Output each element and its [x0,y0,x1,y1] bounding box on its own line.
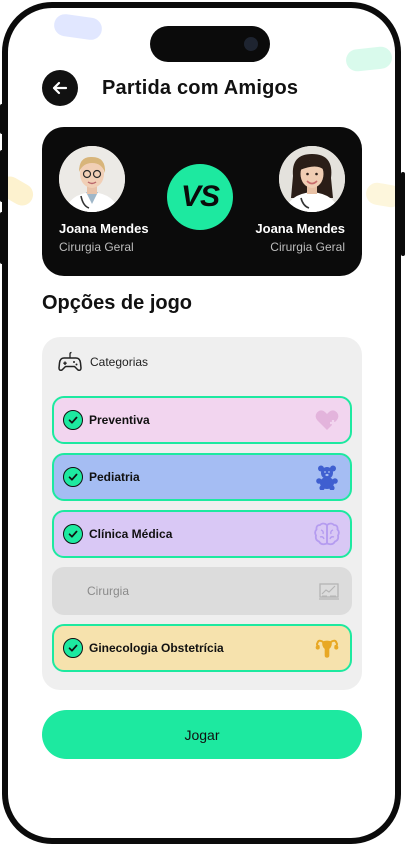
categories-label: Categorias [90,355,149,369]
avatar [279,146,345,212]
dynamic-island [150,26,270,62]
decor-pill [8,172,38,210]
uterus-icon [314,635,340,661]
play-button[interactable]: Jogar [42,710,362,759]
decor-pill [344,45,394,73]
category-label: Preventiva [89,413,150,427]
avatar [59,146,125,212]
check-icon [68,473,78,481]
vs-badge: VS [167,164,233,230]
check-icon [68,530,78,538]
category-label: Ginecologia Obstetrícia [89,641,224,655]
player2-specialty: Cirurgia Geral [270,240,345,254]
camera-icon [244,37,258,51]
check-icon [68,644,78,652]
player1-specialty: Cirurgia Geral [59,240,134,254]
category-label: Cirurgia [87,584,130,598]
gamepad-icon [58,351,82,371]
side-button-power [401,172,405,256]
game-options-panel: Categorias Preventiva Pediatria Clínica … [42,337,362,690]
decor-pill [52,12,104,42]
decor-pill [364,181,395,209]
category-option-clinica-medica[interactable]: Clínica Médica [52,510,352,558]
checkbox-checked[interactable] [63,410,83,430]
category-option-ginecologia[interactable]: Ginecologia Obstetrícia [52,624,352,672]
checkbox-checked[interactable] [63,638,83,658]
category-label: Pediatria [89,470,140,484]
checkbox-checked[interactable] [63,467,83,487]
back-button[interactable] [42,70,78,106]
categories-header: Categorias [58,351,148,373]
category-label: Clínica Médica [89,527,173,541]
category-option-preventiva[interactable]: Preventiva [52,396,352,444]
doctor-portrait-icon [59,146,125,212]
brain-icon [314,521,340,547]
player2-name: Joana Mendes [255,221,345,236]
chart-board-icon [316,578,342,604]
arrow-left-icon [52,81,68,95]
player1-name: Joana Mendes [59,221,149,236]
doctor-portrait-icon [279,146,345,212]
category-option-cirurgia[interactable]: Cirurgia [52,567,352,615]
section-title: Opções de jogo [42,292,193,314]
heart-plus-icon [314,407,340,433]
check-icon [68,416,78,424]
match-card: Joana Mendes Cirurgia Geral VS Joana Men… [42,127,362,276]
page-header: Partida com Amigos [42,70,298,106]
page-title: Partida com Amigos [102,76,299,99]
teddy-bear-icon [314,464,340,490]
checkbox-checked[interactable] [63,524,83,544]
category-option-pediatria[interactable]: Pediatria [52,453,352,501]
